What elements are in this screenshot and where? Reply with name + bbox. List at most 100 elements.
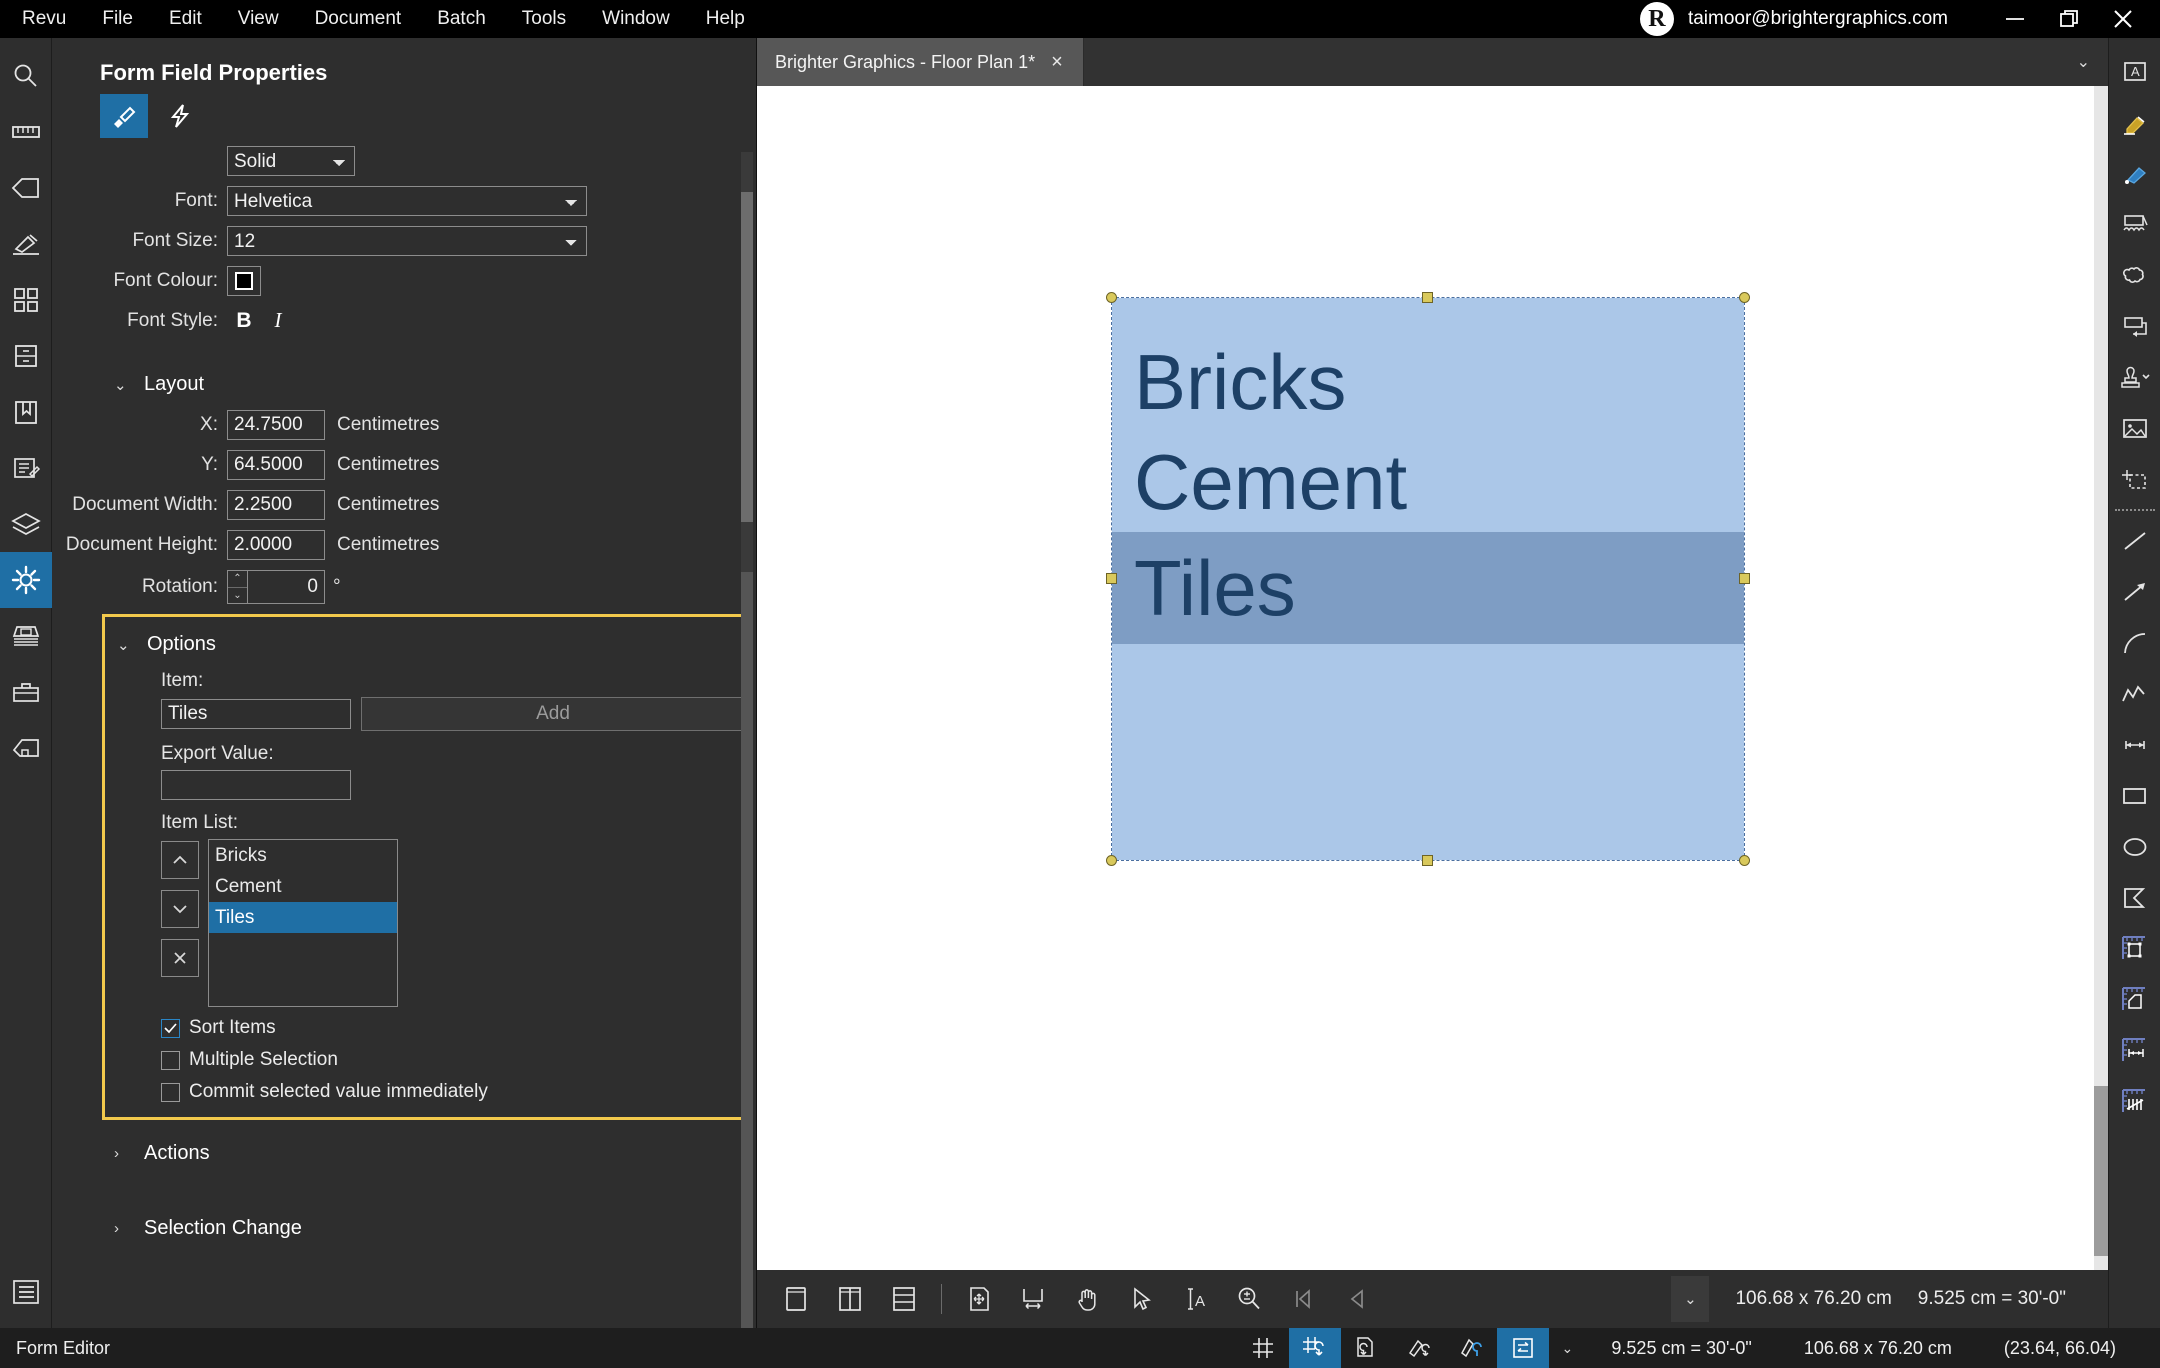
export-value-input[interactable]	[161, 770, 351, 800]
bold-toggle-button[interactable]: B	[227, 309, 261, 333]
font-select[interactable]: Helvetica	[227, 186, 587, 216]
user-account-label[interactable]: taimoor@brightergraphics.com	[1688, 8, 1948, 30]
italic-toggle-button[interactable]: I	[261, 308, 295, 333]
ellipse-icon[interactable]	[2109, 821, 2160, 872]
search-icon[interactable]	[0, 48, 52, 104]
select-arrow-icon[interactable]	[1116, 1276, 1166, 1322]
restore-button[interactable]	[2042, 0, 2096, 38]
two-page-view-icon[interactable]	[825, 1276, 875, 1322]
form-field-listbox[interactable]: Bricks Cement Tiles	[1106, 292, 1750, 866]
resize-handle-bottom-right[interactable]	[1739, 855, 1750, 866]
rectangle-icon[interactable]	[2109, 770, 2160, 821]
resize-handle-top-left[interactable]	[1106, 292, 1117, 303]
resize-handle-bottom-left[interactable]	[1106, 855, 1117, 866]
menu-item-view[interactable]: View	[220, 0, 297, 38]
move-item-up-button[interactable]	[161, 841, 199, 879]
pdf-canvas[interactable]: Bricks Cement Tiles	[757, 86, 2108, 1270]
appearance-tab[interactable]	[100, 94, 148, 138]
layers-icon[interactable]	[0, 496, 52, 552]
pan-hand-icon[interactable]	[1062, 1276, 1112, 1322]
polygon-icon[interactable]	[2109, 872, 2160, 923]
font-colour-swatch-button[interactable]	[227, 266, 261, 296]
continuous-scroll-view-icon[interactable]	[879, 1276, 929, 1322]
item-input[interactable]	[161, 699, 351, 729]
actions-section-header[interactable]: › Actions	[52, 1130, 756, 1179]
resize-handle-top-center[interactable]	[1422, 292, 1433, 303]
arrow-icon[interactable]	[2109, 566, 2160, 617]
font-size-select[interactable]: 12	[227, 226, 587, 256]
menu-item-batch[interactable]: Batch	[419, 0, 504, 38]
markups-list-icon[interactable]	[0, 440, 52, 496]
snap-to-markup-icon[interactable]	[1393, 1328, 1445, 1368]
callout-scallop-icon[interactable]	[2109, 199, 2160, 250]
bookmarks-icon[interactable]	[0, 384, 52, 440]
measure-ruler-icon[interactable]	[0, 104, 52, 160]
layout-section-header[interactable]: ⌄ Layout	[52, 361, 756, 410]
rotation-stepper[interactable]: ⌃ ⌄ 0	[227, 570, 325, 604]
thumbnails-grid-icon[interactable]	[0, 272, 52, 328]
resize-handle-middle-right[interactable]	[1739, 573, 1750, 584]
zoom-tool-icon[interactable]	[1224, 1276, 1274, 1322]
text-box-icon[interactable]: A	[2109, 46, 2160, 97]
menu-item-window[interactable]: Window	[584, 0, 688, 38]
minimize-button[interactable]	[1988, 0, 2042, 38]
list-item[interactable]: Tiles	[209, 902, 397, 933]
select-text-icon[interactable]: A	[1170, 1276, 1220, 1322]
actions-tab[interactable]	[156, 94, 204, 138]
form-field-option[interactable]: Bricks	[1112, 332, 1744, 432]
layout-height-input[interactable]	[227, 530, 325, 560]
single-page-view-icon[interactable]	[771, 1276, 821, 1322]
panel-list-icon[interactable]	[0, 1264, 52, 1320]
studio-icon[interactable]	[0, 720, 52, 776]
measure-count-icon[interactable]	[2109, 1076, 2160, 1127]
image-icon[interactable]	[2109, 403, 2160, 454]
sidebar-item-form-settings[interactable]	[0, 552, 52, 608]
callout-arrow-icon[interactable]	[2109, 301, 2160, 352]
form-field-option[interactable]: Cement	[1112, 432, 1744, 532]
scrollbar-thumb-lower[interactable]	[741, 572, 753, 1328]
properties-panel-scrollbar[interactable]	[741, 152, 753, 1328]
sheets-stack-icon[interactable]	[0, 608, 52, 664]
fit-width-icon[interactable]	[1008, 1276, 1058, 1322]
close-icon[interactable]: ×	[1051, 51, 1063, 74]
commit-value-checkbox[interactable]: Commit selected value immediately	[161, 1081, 745, 1103]
scrollbar-thumb[interactable]	[2094, 1086, 2108, 1256]
status-bar-chevron-down-icon[interactable]: ⌄	[1549, 1328, 1585, 1368]
first-page-icon[interactable]	[1278, 1276, 1328, 1322]
resize-handle-middle-left[interactable]	[1106, 573, 1117, 584]
cloud-icon[interactable]	[2109, 250, 2160, 301]
options-section-header[interactable]: ⌄ Options	[105, 621, 745, 670]
sort-items-checkbox[interactable]: Sort Items	[161, 1017, 745, 1039]
close-button[interactable]	[2096, 0, 2150, 38]
polyline-icon[interactable]	[2109, 668, 2160, 719]
snap-to-content-icon[interactable]	[1341, 1328, 1393, 1368]
menu-item-file[interactable]: File	[84, 0, 151, 38]
layout-width-input[interactable]	[227, 490, 325, 520]
previous-page-icon[interactable]	[1332, 1276, 1382, 1322]
resize-handle-top-right[interactable]	[1739, 292, 1750, 303]
selection-change-section-header[interactable]: › Selection Change	[52, 1205, 756, 1254]
menu-item-edit[interactable]: Edit	[151, 0, 220, 38]
highlighter-icon[interactable]	[2109, 97, 2160, 148]
document-tab[interactable]: Brighter Graphics - Floor Plan 1* ×	[757, 38, 1084, 86]
stamp-icon[interactable]	[2109, 352, 2160, 403]
scrollbar-thumb[interactable]	[741, 192, 753, 522]
pen-icon[interactable]	[2109, 148, 2160, 199]
view-toolbar-chevron-down-icon[interactable]: ⌄	[1671, 1276, 1710, 1322]
menu-item-document[interactable]: Document	[297, 0, 420, 38]
measure-perimeter-icon[interactable]	[2109, 974, 2160, 1025]
fit-page-icon[interactable]	[954, 1276, 1004, 1322]
sync-views-icon[interactable]	[1497, 1328, 1550, 1368]
list-item[interactable]: Bricks	[209, 840, 397, 871]
snapshot-icon[interactable]	[2109, 454, 2160, 505]
add-item-button[interactable]: Add	[361, 697, 745, 731]
tabstrip-chevron-down-icon[interactable]: ⌄	[2077, 38, 2108, 86]
snap-to-grid-icon[interactable]	[1289, 1328, 1342, 1368]
rotation-increment-button[interactable]: ⌃	[228, 571, 247, 588]
arc-icon[interactable]	[2109, 617, 2160, 668]
border-style-select[interactable]: Solid	[227, 146, 355, 176]
toolbox-icon[interactable]	[0, 664, 52, 720]
form-field-option-selected[interactable]: Tiles	[1112, 532, 1744, 644]
rotation-decrement-button[interactable]: ⌄	[228, 588, 247, 604]
measure-area-icon[interactable]	[2109, 923, 2160, 974]
